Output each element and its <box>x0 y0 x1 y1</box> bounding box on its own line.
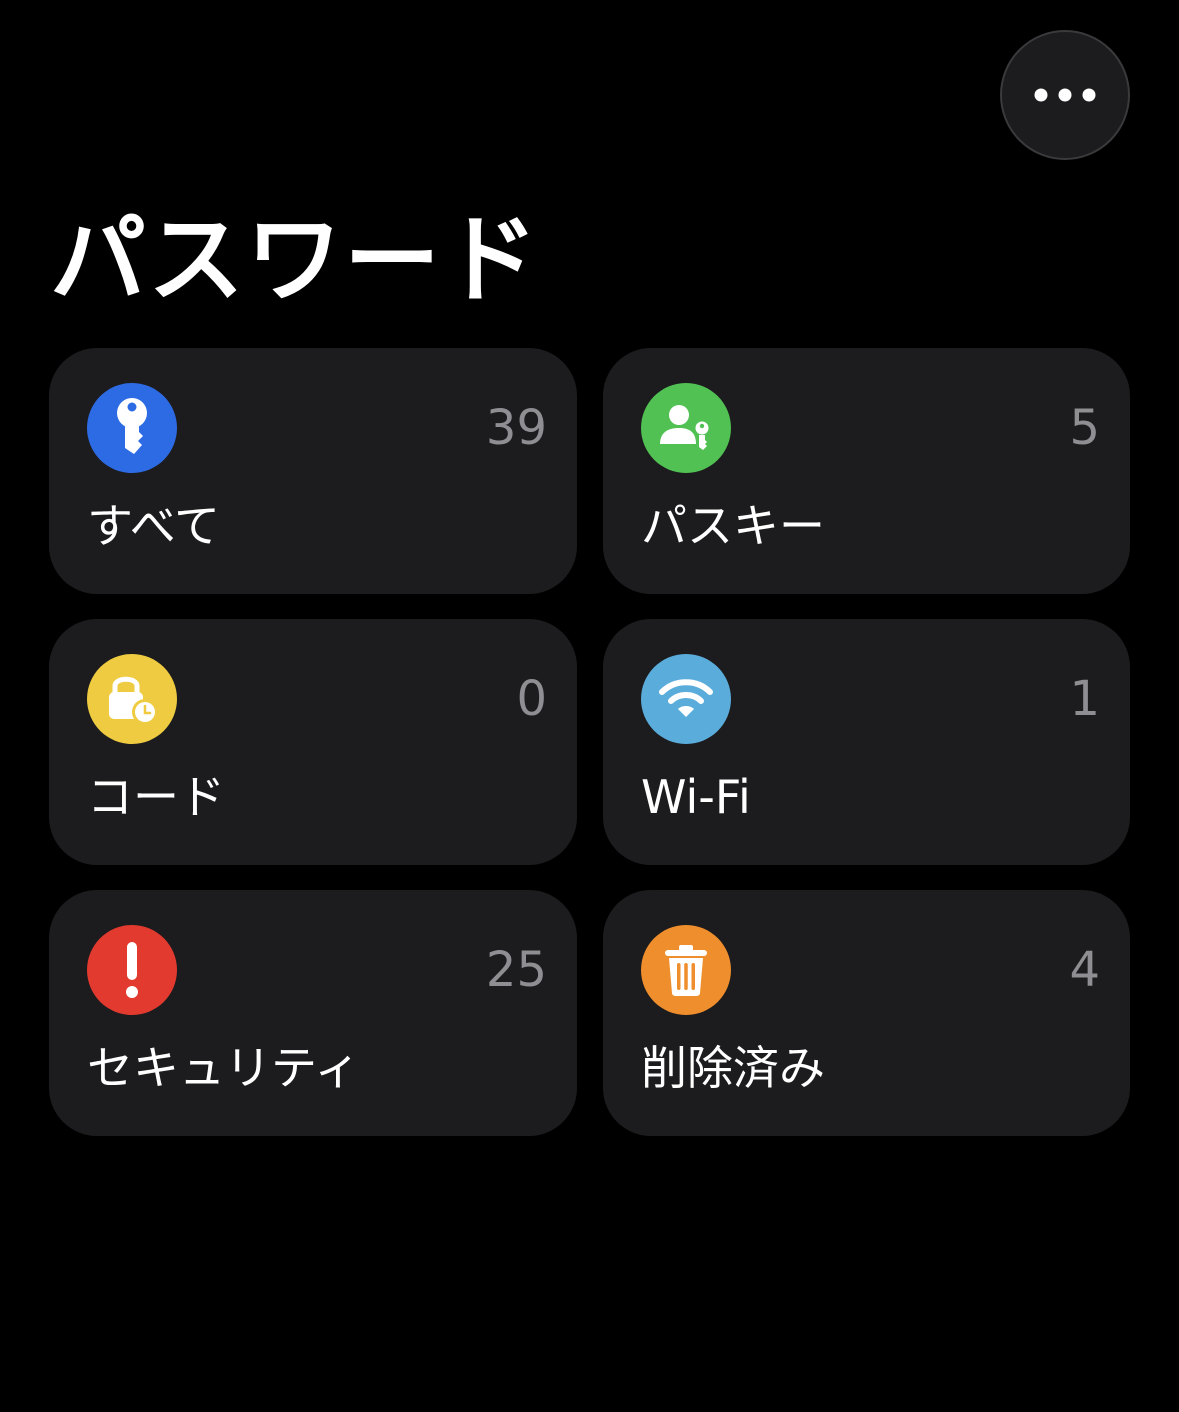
tile-label-security: セキュリティ <box>87 1041 361 1095</box>
tile-wifi[interactable]: 1 Wi-Fi <box>603 619 1130 865</box>
tile-label-all: すべて <box>87 499 220 553</box>
ellipsis-icon <box>1034 88 1096 102</box>
person-key-icon <box>660 405 711 450</box>
tile-icon-security <box>87 925 177 1015</box>
wifi-icon <box>659 679 713 717</box>
category-grid: 39 すべて 5 パスキー 0 コード 1 Wi-Fi 25 セキュリティ 4 … <box>49 348 1130 1136</box>
tile-codes[interactable]: 0 コード <box>49 619 577 865</box>
tile-count-wifi: 1 <box>1069 671 1100 727</box>
tile-count-security: 25 <box>485 942 547 998</box>
tile-label-wifi: Wi-Fi <box>641 770 751 824</box>
tile-label-deleted: 削除済み <box>641 1041 825 1095</box>
more-options-button[interactable] <box>1000 30 1130 160</box>
page-title: パスワード <box>50 204 540 316</box>
tile-icon-passkeys <box>641 383 731 473</box>
tile-label-codes: コード <box>87 770 225 824</box>
tile-label-passkeys: パスキー <box>641 499 825 553</box>
tile-count-all: 39 <box>485 400 547 456</box>
key-icon <box>117 398 147 454</box>
tile-icon-all <box>87 383 177 473</box>
exclamation-icon <box>126 942 138 998</box>
tile-security[interactable]: 25 セキュリティ <box>49 890 577 1136</box>
trash-icon <box>665 945 707 996</box>
tile-passkeys[interactable]: 5 パスキー <box>603 348 1130 594</box>
tile-icon-deleted <box>641 925 731 1015</box>
tile-count-passkeys: 5 <box>1069 400 1100 456</box>
tile-deleted[interactable]: 4 削除済み <box>603 890 1130 1136</box>
tile-icon-codes <box>87 654 177 744</box>
passwords-screen: パスワード 39 すべて 5 パスキー 0 コード 1 Wi-Fi 25 セキュ… <box>0 0 1179 1412</box>
tile-icon-wifi <box>641 654 731 744</box>
lock-clock-icon <box>109 676 158 725</box>
tile-count-codes: 0 <box>516 671 547 727</box>
tile-all[interactable]: 39 すべて <box>49 348 577 594</box>
tile-count-deleted: 4 <box>1069 942 1100 998</box>
